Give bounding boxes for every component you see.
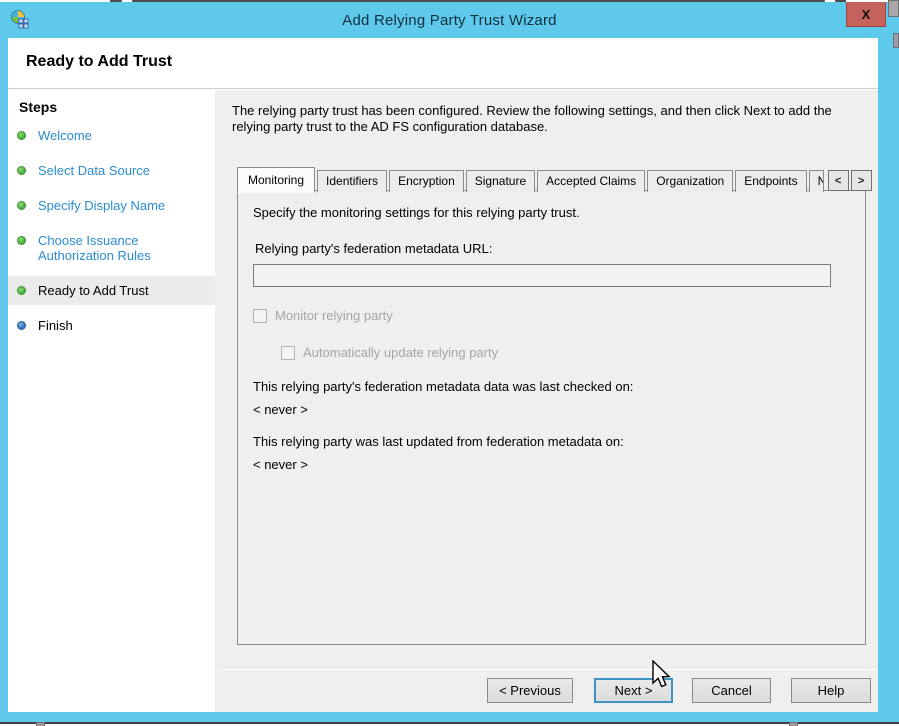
steps-sidebar: Steps Welcome Select Data Source Specify… — [8, 90, 215, 712]
tab-encryption[interactable]: Encryption — [389, 170, 464, 192]
step-item-select-data-source[interactable]: Select Data Source — [8, 156, 215, 185]
tab-scroll-left-button[interactable]: < — [828, 170, 849, 191]
metadata-url-label: Relying party's federation metadata URL: — [255, 241, 492, 256]
last-updated-value: < never > — [253, 457, 308, 472]
tab-signature[interactable]: Signature — [466, 170, 535, 192]
close-button[interactable]: X — [846, 2, 886, 27]
wizard-content: The relying party trust has been configu… — [215, 90, 878, 712]
step-label: Select Data Source — [38, 163, 150, 178]
tab-scroll-right-button[interactable]: > — [851, 170, 872, 191]
step-label: Welcome — [38, 128, 92, 143]
page-title: Ready to Add Trust — [26, 53, 172, 71]
last-updated-label: This relying party was last updated from… — [253, 434, 624, 449]
steps-heading: Steps — [8, 90, 215, 115]
step-label: Specify Display Name — [38, 198, 165, 213]
step-done-icon — [17, 166, 26, 175]
step-label: Ready to Add Trust — [38, 283, 149, 298]
tab-accepted-claims[interactable]: Accepted Claims — [537, 170, 645, 192]
mouse-cursor — [650, 660, 672, 695]
step-item-ready-to-add-trust[interactable]: Ready to Add Trust — [8, 276, 215, 305]
step-item-finish[interactable]: Finish — [8, 311, 215, 340]
window-title: Add Relying Party Trust Wizard — [0, 12, 899, 29]
checkbox-label: Monitor relying party — [275, 308, 393, 323]
step-label: Choose Issuance Authorization Rules — [38, 233, 209, 263]
checkbox-label: Automatically update relying party — [303, 345, 498, 360]
step-item-specify-display-name[interactable]: Specify Display Name — [8, 191, 215, 220]
background-window-fragment — [888, 0, 899, 17]
monitoring-tab-panel: Specify the monitoring settings for this… — [237, 190, 866, 645]
step-done-icon — [17, 201, 26, 210]
background-window-fragment — [36, 722, 45, 726]
last-checked-label: This relying party's federation metadata… — [253, 379, 633, 394]
step-pending-icon — [17, 321, 26, 330]
wizard-dialog: Add Relying Party Trust Wizard X Ready t… — [0, 2, 899, 722]
help-button[interactable]: Help — [791, 678, 871, 703]
button-bar-separator — [221, 669, 878, 670]
auto-update-checkbox — [281, 346, 295, 360]
auto-update-row: Automatically update relying party — [281, 345, 498, 360]
title-bar[interactable]: Add Relying Party Trust Wizard X — [0, 2, 899, 38]
last-checked-value: < never > — [253, 402, 308, 417]
step-done-icon — [17, 131, 26, 140]
adfs-icon — [10, 10, 30, 30]
monitor-relying-party-row: Monitor relying party — [253, 308, 393, 323]
background-window-fragment — [789, 722, 798, 726]
tab-monitoring[interactable]: Monitoring — [237, 167, 315, 193]
tab-endpoints[interactable]: Endpoints — [735, 170, 806, 192]
monitor-relying-party-checkbox — [253, 309, 267, 323]
step-done-icon — [17, 286, 26, 295]
step-label: Finish — [38, 318, 73, 333]
page-description: The relying party trust has been configu… — [232, 103, 862, 135]
step-item-welcome[interactable]: Welcome — [8, 121, 215, 150]
page-header: Ready to Add Trust — [8, 38, 878, 89]
step-item-choose-issuance-authorization-rules[interactable]: Choose Issuance Authorization Rules — [8, 226, 215, 270]
dialog-body: Ready to Add Trust Steps Welcome Select … — [8, 38, 878, 712]
metadata-url-input[interactable] — [253, 264, 831, 287]
tab-organization[interactable]: Organization — [647, 170, 733, 192]
monitoring-intro: Specify the monitoring settings for this… — [253, 205, 580, 220]
tab-identifiers[interactable]: Identifiers — [317, 170, 387, 192]
tab-notes-truncated[interactable]: N — [809, 170, 824, 192]
background-window-fragment — [893, 33, 899, 48]
step-done-icon — [17, 236, 26, 245]
cancel-button[interactable]: Cancel — [692, 678, 771, 703]
previous-button[interactable]: < Previous — [487, 678, 573, 703]
background-window-edge — [0, 722, 899, 726]
properties-tabstrip: Monitoring Identifiers Encryption Signat… — [237, 167, 872, 192]
